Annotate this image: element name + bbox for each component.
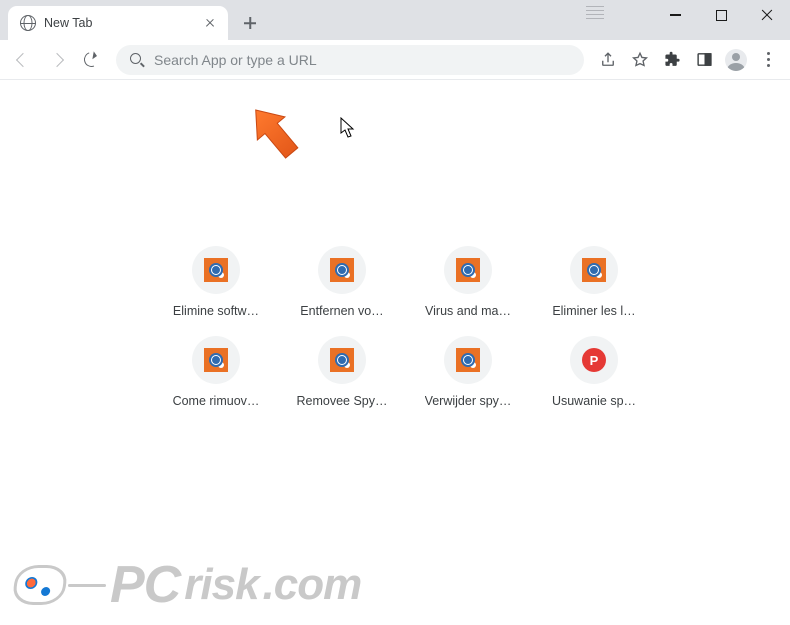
shortcut-label: Removee Spy… [296,394,387,408]
shortcut-label: Elimine softw… [173,304,259,318]
shortcut-tile[interactable]: Virus and ma… [412,246,524,318]
shortcut-label: Usuwanie sp… [552,394,636,408]
chrome-menu-button[interactable] [754,46,782,74]
shortcut-tile[interactable]: Verwijder spy… [412,336,524,408]
new-tab-content: Elimine softw… Entfernen vo… Virus and m… [0,80,790,625]
bookmark-button[interactable] [626,46,654,74]
watermark-text: .com [263,560,362,610]
window-minimize-button[interactable] [652,0,698,30]
favicon-icon [456,348,480,372]
shortcut-label: Eliminer les l… [552,304,635,318]
favicon-icon [330,348,354,372]
side-panel-button[interactable] [690,46,718,74]
watermark: PCrisk.com [14,555,361,615]
drag-handle-icon [586,6,604,19]
annotation-arrow-icon [243,101,307,165]
share-button[interactable] [594,46,622,74]
avatar-icon [725,49,747,71]
window-maximize-button[interactable] [698,0,744,30]
tab-title: New Tab [44,16,92,30]
toolbar: Search App or type a URL [0,40,790,80]
shortcut-tile[interactable]: Entfernen vo… [286,246,398,318]
shortcut-tile[interactable]: Come rimuov… [160,336,272,408]
shortcut-label: Virus and ma… [425,304,511,318]
shortcut-label: Verwijder spy… [425,394,512,408]
shortcut-tile[interactable]: Removee Spy… [286,336,398,408]
arrow-left-icon [16,52,30,66]
window-controls [652,0,790,30]
watermark-text: risk [184,560,258,610]
shortcut-label: Come rimuov… [173,394,260,408]
favicon-icon [204,348,228,372]
profile-button[interactable] [722,46,750,74]
letter-favicon-icon: P [582,348,606,372]
kebab-icon [767,52,770,67]
window-close-button[interactable] [744,0,790,30]
shortcut-label: Entfernen vo… [300,304,383,318]
close-tab-icon[interactable] [202,15,218,31]
address-bar-placeholder: Search App or type a URL [154,52,317,68]
shortcut-tile[interactable]: Eliminer les l… [538,246,650,318]
favicon-icon [204,258,228,282]
shortcut-grid: Elimine softw… Entfernen vo… Virus and m… [160,246,630,408]
browser-tab[interactable]: New Tab [8,6,228,40]
plus-icon [244,17,256,29]
shortcut-tile[interactable]: P Usuwanie sp… [538,336,650,408]
shortcut-tile[interactable]: Elimine softw… [160,246,272,318]
reload-button[interactable] [76,45,106,75]
nav-forward-button[interactable] [42,45,72,75]
reload-icon [81,50,101,70]
address-bar[interactable]: Search App or type a URL [116,45,584,75]
mouse-cursor-icon [340,117,356,139]
extensions-button[interactable] [658,46,686,74]
arrow-right-icon [50,52,64,66]
watermark-logo-icon [11,565,69,605]
favicon-icon [330,258,354,282]
globe-icon [20,15,36,31]
watermark-text: PC [110,555,180,615]
nav-back-button[interactable] [8,45,38,75]
search-icon [130,53,144,67]
new-tab-button[interactable] [236,9,264,37]
favicon-icon [582,258,606,282]
favicon-icon [456,258,480,282]
tab-strip: New Tab [0,0,790,40]
